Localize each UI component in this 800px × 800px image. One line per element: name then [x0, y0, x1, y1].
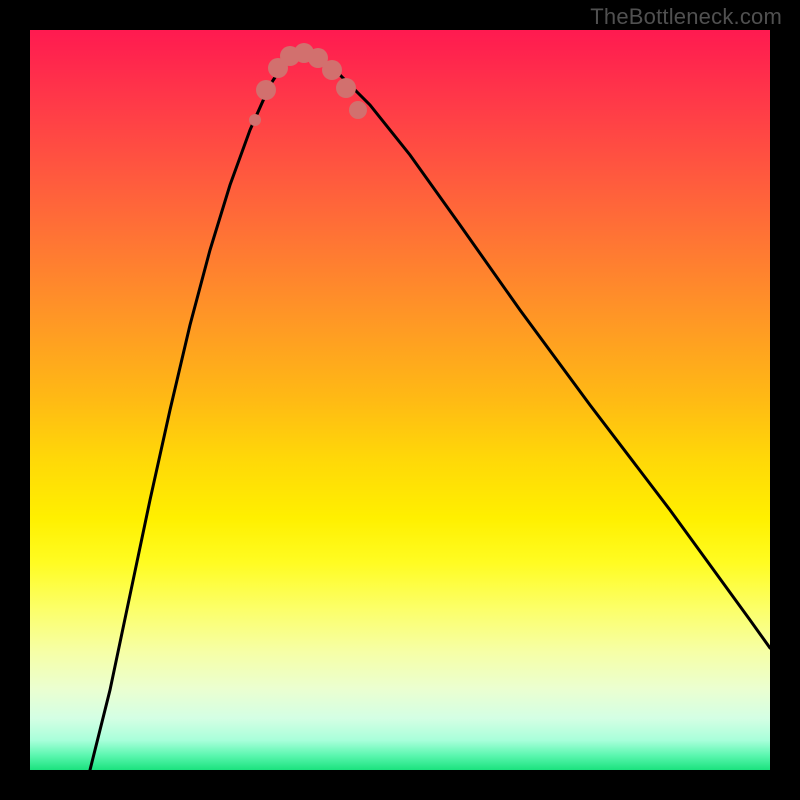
bottleneck-curve: [90, 54, 770, 770]
marker-dot: [249, 114, 261, 126]
watermark-text: TheBottleneck.com: [590, 4, 782, 30]
marker-dot: [349, 101, 367, 119]
plot-area: [30, 30, 770, 770]
marker-dot: [256, 80, 276, 100]
sweet-spot-markers: [249, 43, 367, 126]
curve-layer: [30, 30, 770, 770]
marker-dot: [336, 78, 356, 98]
marker-dot: [322, 60, 342, 80]
